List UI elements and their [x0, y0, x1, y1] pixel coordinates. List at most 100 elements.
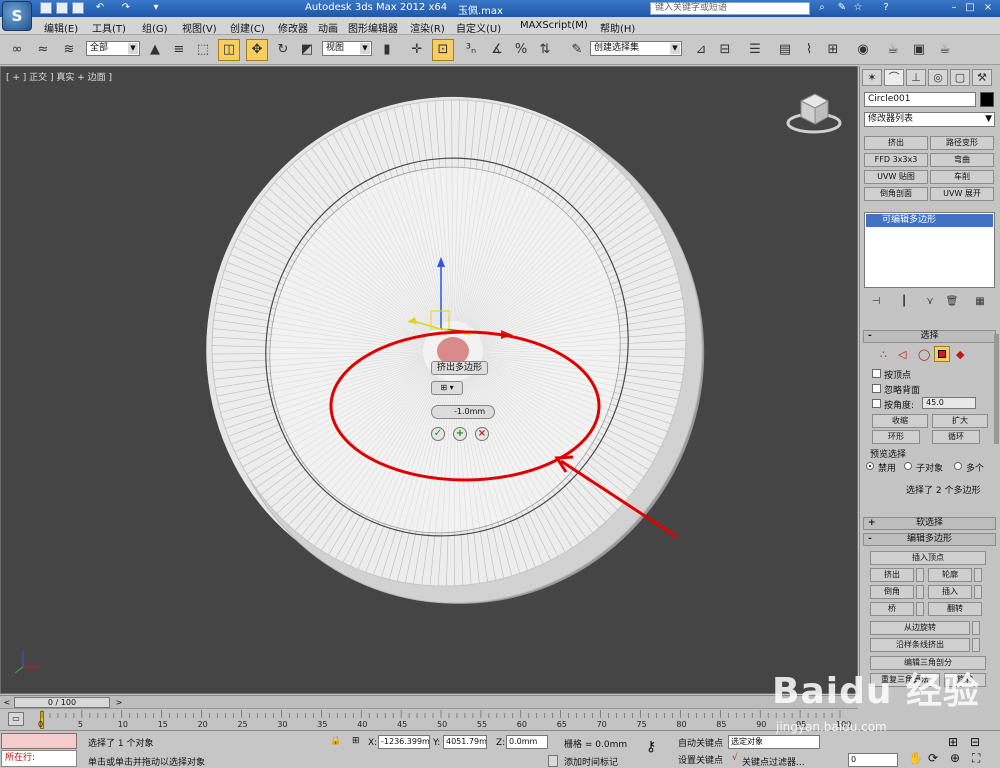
- zoom-icon[interactable]: ⊕: [950, 751, 960, 765]
- command-panel-scrollbar[interactable]: [994, 334, 999, 444]
- time-tag-icon[interactable]: [548, 755, 558, 767]
- pan-view-icon[interactable]: ✋: [908, 751, 923, 765]
- vertex-mode-icon[interactable]: ∴: [880, 348, 887, 361]
- maxscript-mini-listener[interactable]: [1, 733, 77, 749]
- menu-graph-editors[interactable]: 图形编辑器: [348, 20, 398, 35]
- zoom-extents-icon[interactable]: ⊞: [948, 735, 958, 749]
- hinge-settings-icon[interactable]: [972, 621, 980, 635]
- render-setup-icon[interactable]: ☕: [882, 39, 904, 61]
- menu-maxscript[interactable]: MAXScript(M): [520, 20, 588, 31]
- mirror-icon[interactable]: ⊿: [690, 39, 712, 61]
- element-mode-icon[interactable]: ◆: [956, 348, 964, 361]
- loop-button[interactable]: 循环: [932, 430, 980, 444]
- menu-create[interactable]: 创建(C): [230, 20, 265, 35]
- snaps-toggle-icon[interactable]: ³ₙ: [460, 39, 482, 61]
- modify-tab-icon[interactable]: ⌒: [884, 69, 904, 86]
- save-file-icon[interactable]: [72, 2, 84, 14]
- y-coord-input[interactable]: 4051.79mm: [443, 735, 487, 749]
- bridge-button[interactable]: 桥: [870, 602, 914, 616]
- apply-and-continue-icon[interactable]: +: [453, 427, 467, 441]
- bridge-settings-icon[interactable]: [916, 602, 924, 616]
- align-icon[interactable]: ⊟: [714, 39, 736, 61]
- orbit-icon[interactable]: ⟳: [928, 751, 938, 765]
- percent-snap-icon[interactable]: %: [510, 39, 532, 61]
- object-name-input[interactable]: Circle001: [864, 92, 976, 107]
- time-slider-thumb[interactable]: 0 / 100: [14, 697, 110, 708]
- binoculars-icon[interactable]: ⌕: [816, 2, 828, 14]
- maximize-viewport-icon[interactable]: ⛶: [972, 751, 980, 766]
- preview-off-radio[interactable]: [866, 462, 874, 470]
- rectangular-selection-icon[interactable]: ⬚: [192, 39, 214, 61]
- add-time-tag-text[interactable]: 添加时间标记: [564, 755, 618, 768]
- menu-modifiers[interactable]: 修改器: [278, 20, 308, 35]
- inset-settings-icon[interactable]: [974, 585, 982, 599]
- maxscript-listener-line[interactable]: 所在行:: [1, 750, 77, 767]
- make-unique-icon[interactable]: ⋎: [922, 296, 938, 310]
- extrude-height-input[interactable]: -1.0mm: [431, 405, 495, 419]
- menu-animation[interactable]: 动画: [318, 20, 338, 35]
- preview-multi-radio[interactable]: [954, 462, 962, 470]
- minimize-icon[interactable]: –: [948, 2, 960, 14]
- window-crossing-icon[interactable]: ◫: [218, 39, 240, 61]
- edit-polygons-rollout-header[interactable]: - 编辑多边形: [863, 533, 996, 546]
- select-by-name-icon[interactable]: ≡: [168, 39, 190, 61]
- by-vertex-checkbox[interactable]: [872, 369, 881, 378]
- modifier-path-deform-button[interactable]: 路径变形: [930, 136, 994, 150]
- schematic-view-icon[interactable]: ⊞: [822, 39, 844, 61]
- configure-modifier-sets-icon[interactable]: ▦: [972, 296, 988, 310]
- by-angle-checkbox[interactable]: [872, 399, 881, 408]
- time-next-icon[interactable]: >: [114, 697, 124, 708]
- lock-selection-icon[interactable]: 🔒: [330, 736, 341, 746]
- angle-snap-icon[interactable]: ∡: [486, 39, 508, 61]
- bevel-settings-icon[interactable]: [916, 585, 924, 599]
- extrude-along-spline-button[interactable]: 沿样条线挤出: [870, 638, 970, 652]
- menu-tools[interactable]: 工具(T): [92, 20, 126, 35]
- create-tab-icon[interactable]: ✶: [862, 69, 882, 86]
- viewport-canvas[interactable]: [1, 67, 858, 694]
- tools-icon[interactable]: ✎: [836, 2, 848, 14]
- rendered-frame-window-icon[interactable]: ▣: [908, 39, 930, 61]
- viewport-label[interactable]: [ + ] 正交 ] 真实 + 边面 ]: [6, 70, 112, 83]
- key-filters-icon[interactable]: √: [732, 753, 738, 763]
- modifier-bevel-profile-button[interactable]: 倒角剖面: [864, 187, 928, 201]
- unlink-icon[interactable]: ≈: [32, 39, 54, 61]
- selection-rollout-header[interactable]: - 选择: [863, 330, 996, 343]
- stack-item-editable-poly[interactable]: 可编辑多边形: [866, 214, 993, 227]
- insert-vertex-button[interactable]: 插入顶点: [870, 551, 986, 565]
- search-input[interactable]: 键入关键字或短语: [650, 2, 810, 15]
- maximize-icon[interactable]: □: [964, 2, 976, 14]
- zoom-all-icon[interactable]: ⊟: [970, 735, 980, 749]
- motion-tab-icon[interactable]: ◎: [928, 69, 948, 86]
- menu-edit[interactable]: 编辑(E): [44, 20, 78, 35]
- select-manipulate-icon[interactable]: ✛: [406, 39, 428, 61]
- z-coord-input[interactable]: 0.0mm: [506, 735, 548, 749]
- new-file-icon[interactable]: [40, 2, 52, 14]
- select-object-icon[interactable]: ▲: [144, 39, 166, 61]
- modifier-lathe-button[interactable]: 车削: [930, 170, 994, 184]
- ignore-backfacing-checkbox[interactable]: [872, 384, 881, 393]
- show-end-result-icon[interactable]: ┃: [896, 296, 912, 310]
- grow-button[interactable]: 扩大: [932, 414, 988, 428]
- key-filters-button[interactable]: 关键点过滤器...: [742, 755, 805, 768]
- object-color-swatch[interactable]: [980, 92, 994, 107]
- menu-group[interactable]: 组(G): [142, 20, 168, 35]
- retriangulate-button[interactable]: 重复三角算法: [870, 673, 940, 687]
- help-icon[interactable]: ?: [880, 2, 892, 14]
- hierarchy-tab-icon[interactable]: ⊥: [906, 69, 926, 86]
- display-tab-icon[interactable]: ▢: [950, 69, 970, 86]
- extrude-spline-settings-icon[interactable]: [972, 638, 980, 652]
- modifier-uvw-map-button[interactable]: UVW 贴图: [864, 170, 928, 184]
- inset-button[interactable]: 插入: [928, 585, 972, 599]
- bevel-button[interactable]: 倒角: [870, 585, 914, 599]
- selected-set-dropdown[interactable]: 选定对象: [728, 735, 820, 749]
- graphite-ribbon-icon[interactable]: ▤: [774, 39, 796, 61]
- quick-access-dropdown-icon[interactable]: ▾: [150, 2, 162, 14]
- app-logo-icon[interactable]: S: [2, 1, 32, 31]
- modifier-list-dropdown[interactable]: 修改器列表 ▼: [864, 112, 995, 127]
- cancel-icon[interactable]: ×: [475, 427, 489, 441]
- preview-subobject-radio[interactable]: [904, 462, 912, 470]
- remove-modifier-icon[interactable]: 🗑: [944, 296, 960, 310]
- render-production-icon[interactable]: ☕: [934, 39, 956, 61]
- modifier-extrude-button[interactable]: 挤出: [864, 136, 928, 150]
- polygon-mode-icon[interactable]: [934, 346, 950, 362]
